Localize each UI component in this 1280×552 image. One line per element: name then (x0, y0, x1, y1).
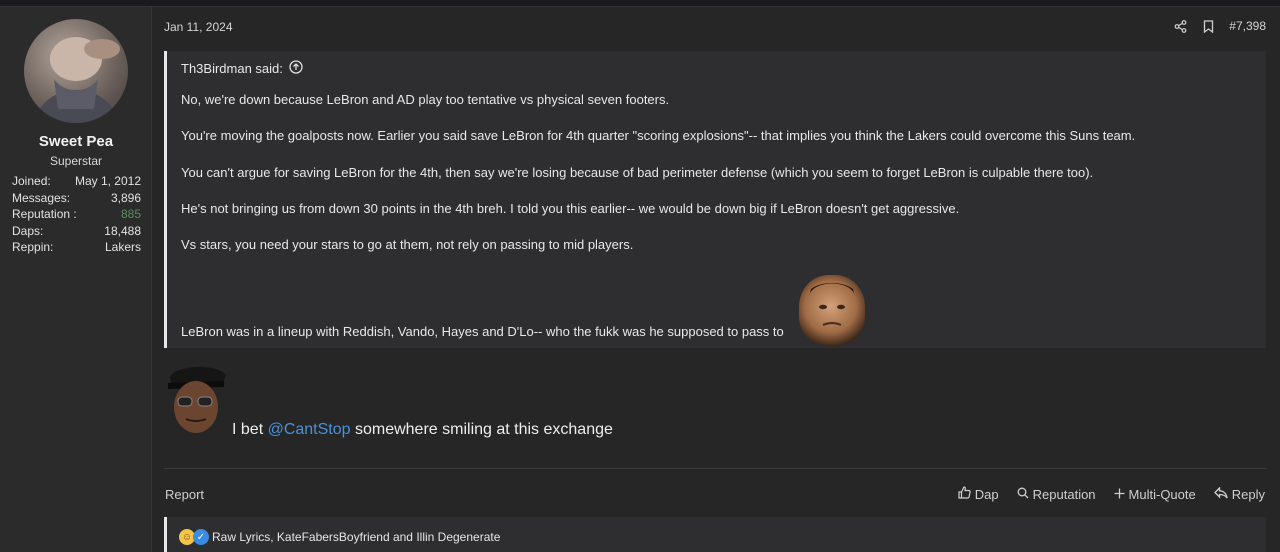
reply-text: I bet @CantStop somewhere smiling at thi… (232, 421, 613, 439)
stat-value: May 1, 2012 (74, 174, 141, 188)
quote-author-text: Th3Birdman said: (181, 61, 283, 76)
search-icon (1017, 487, 1029, 502)
post-footer-actions: Dap Reputation Multi-Quote Reply (958, 485, 1265, 502)
quote-paragraph: No, we're down because LeBron and AD pla… (181, 92, 670, 107)
report-link[interactable]: Report (165, 487, 204, 502)
dap-button[interactable]: Dap (958, 486, 999, 502)
username[interactable]: Sweet Pea (0, 133, 152, 150)
reaction-icons[interactable]: ☺ ✓ (179, 529, 209, 545)
share-icon[interactable] (1173, 19, 1187, 33)
stat-value: 18,488 (104, 223, 141, 238)
reply-text-after: somewhere smiling at this exchange (350, 421, 613, 438)
plus-icon (1114, 487, 1125, 502)
stat-value: 885 (120, 207, 141, 222)
reputation-button[interactable]: Reputation (1017, 486, 1096, 502)
user-title: Superstar (49, 154, 103, 168)
arrow-up-circle-icon[interactable] (289, 60, 303, 77)
stat-value: Lakers (104, 240, 141, 255)
post-frame: Sweet Pea Superstar Joined: May 1, 2012 … (0, 6, 1280, 552)
quote-author[interactable]: Th3Birdman said: (181, 60, 303, 77)
reply-button[interactable]: Reply (1213, 485, 1265, 502)
reactions-list[interactable]: Raw Lyrics, KateFabersBoyfriend and Illi… (212, 530, 500, 544)
stat-value: 3,896 (110, 190, 141, 205)
reputation-label: Reputation (1032, 486, 1096, 502)
post-date[interactable]: Jan 11, 2024 (164, 20, 233, 34)
quote-last-line: LeBron was in a lineup with Reddish, Van… (181, 324, 784, 339)
stat-label: Reputation : (12, 207, 77, 222)
reply-emoji-image (164, 361, 228, 439)
stat-label: Messages: (12, 190, 71, 205)
quote-paragraph: Vs stars, you need your stars to go at t… (181, 237, 634, 253)
quote-body: No, we're down because LeBron and AD pla… (181, 92, 1251, 273)
stat-reppin: Reppin: Lakers (12, 239, 141, 256)
reply-arrow-icon (1213, 485, 1228, 502)
user-avatar[interactable] (24, 19, 128, 123)
dap-label: Dap (974, 486, 999, 502)
stat-messages: Messages: 3,896 (12, 190, 141, 207)
post-top-actions: #7,398 (1173, 19, 1266, 33)
quote-paragraph: He's not bringing us from down 30 points… (181, 200, 960, 216)
multi-quote-button[interactable]: Multi-Quote (1114, 486, 1196, 502)
reaction-face-image (799, 275, 865, 345)
stat-label: Joined: (12, 174, 51, 188)
user-stats: Joined: May 1, 2012 Messages: 3,896 Repu… (12, 173, 141, 256)
quote-paragraph: You're moving the goalposts now. Earlier… (181, 128, 1136, 144)
multi-quote-label: Multi-Quote (1128, 486, 1196, 502)
stat-joined: Joined: May 1, 2012 (12, 173, 141, 190)
post-number[interactable]: #7,398 (1229, 19, 1266, 33)
reply-label: Reply (1231, 486, 1265, 502)
user-panel: Sweet Pea Superstar Joined: May 1, 2012 … (0, 7, 152, 552)
stat-daps: Daps: 18,488 (12, 223, 141, 240)
quote-paragraph: You can't argue for saving LeBron for th… (181, 164, 1094, 180)
reply-text-before: I bet (232, 421, 268, 438)
stat-reputation: Reputation : 885 (12, 206, 141, 223)
post-divider (164, 468, 1266, 469)
stat-label: Daps: (12, 223, 44, 238)
bookmark-icon[interactable] (1201, 19, 1215, 33)
like-reaction-icon: ✓ (193, 529, 209, 545)
thumbs-up-icon (958, 486, 971, 502)
stat-label: Reppin: (12, 240, 54, 255)
mention-link[interactable]: @CantStop (268, 421, 351, 438)
reactions-bar: ☺ ✓ Raw Lyrics, KateFabersBoyfriend and … (164, 517, 1266, 552)
quote-block: Th3Birdman said: No, we're down because … (164, 51, 1266, 348)
